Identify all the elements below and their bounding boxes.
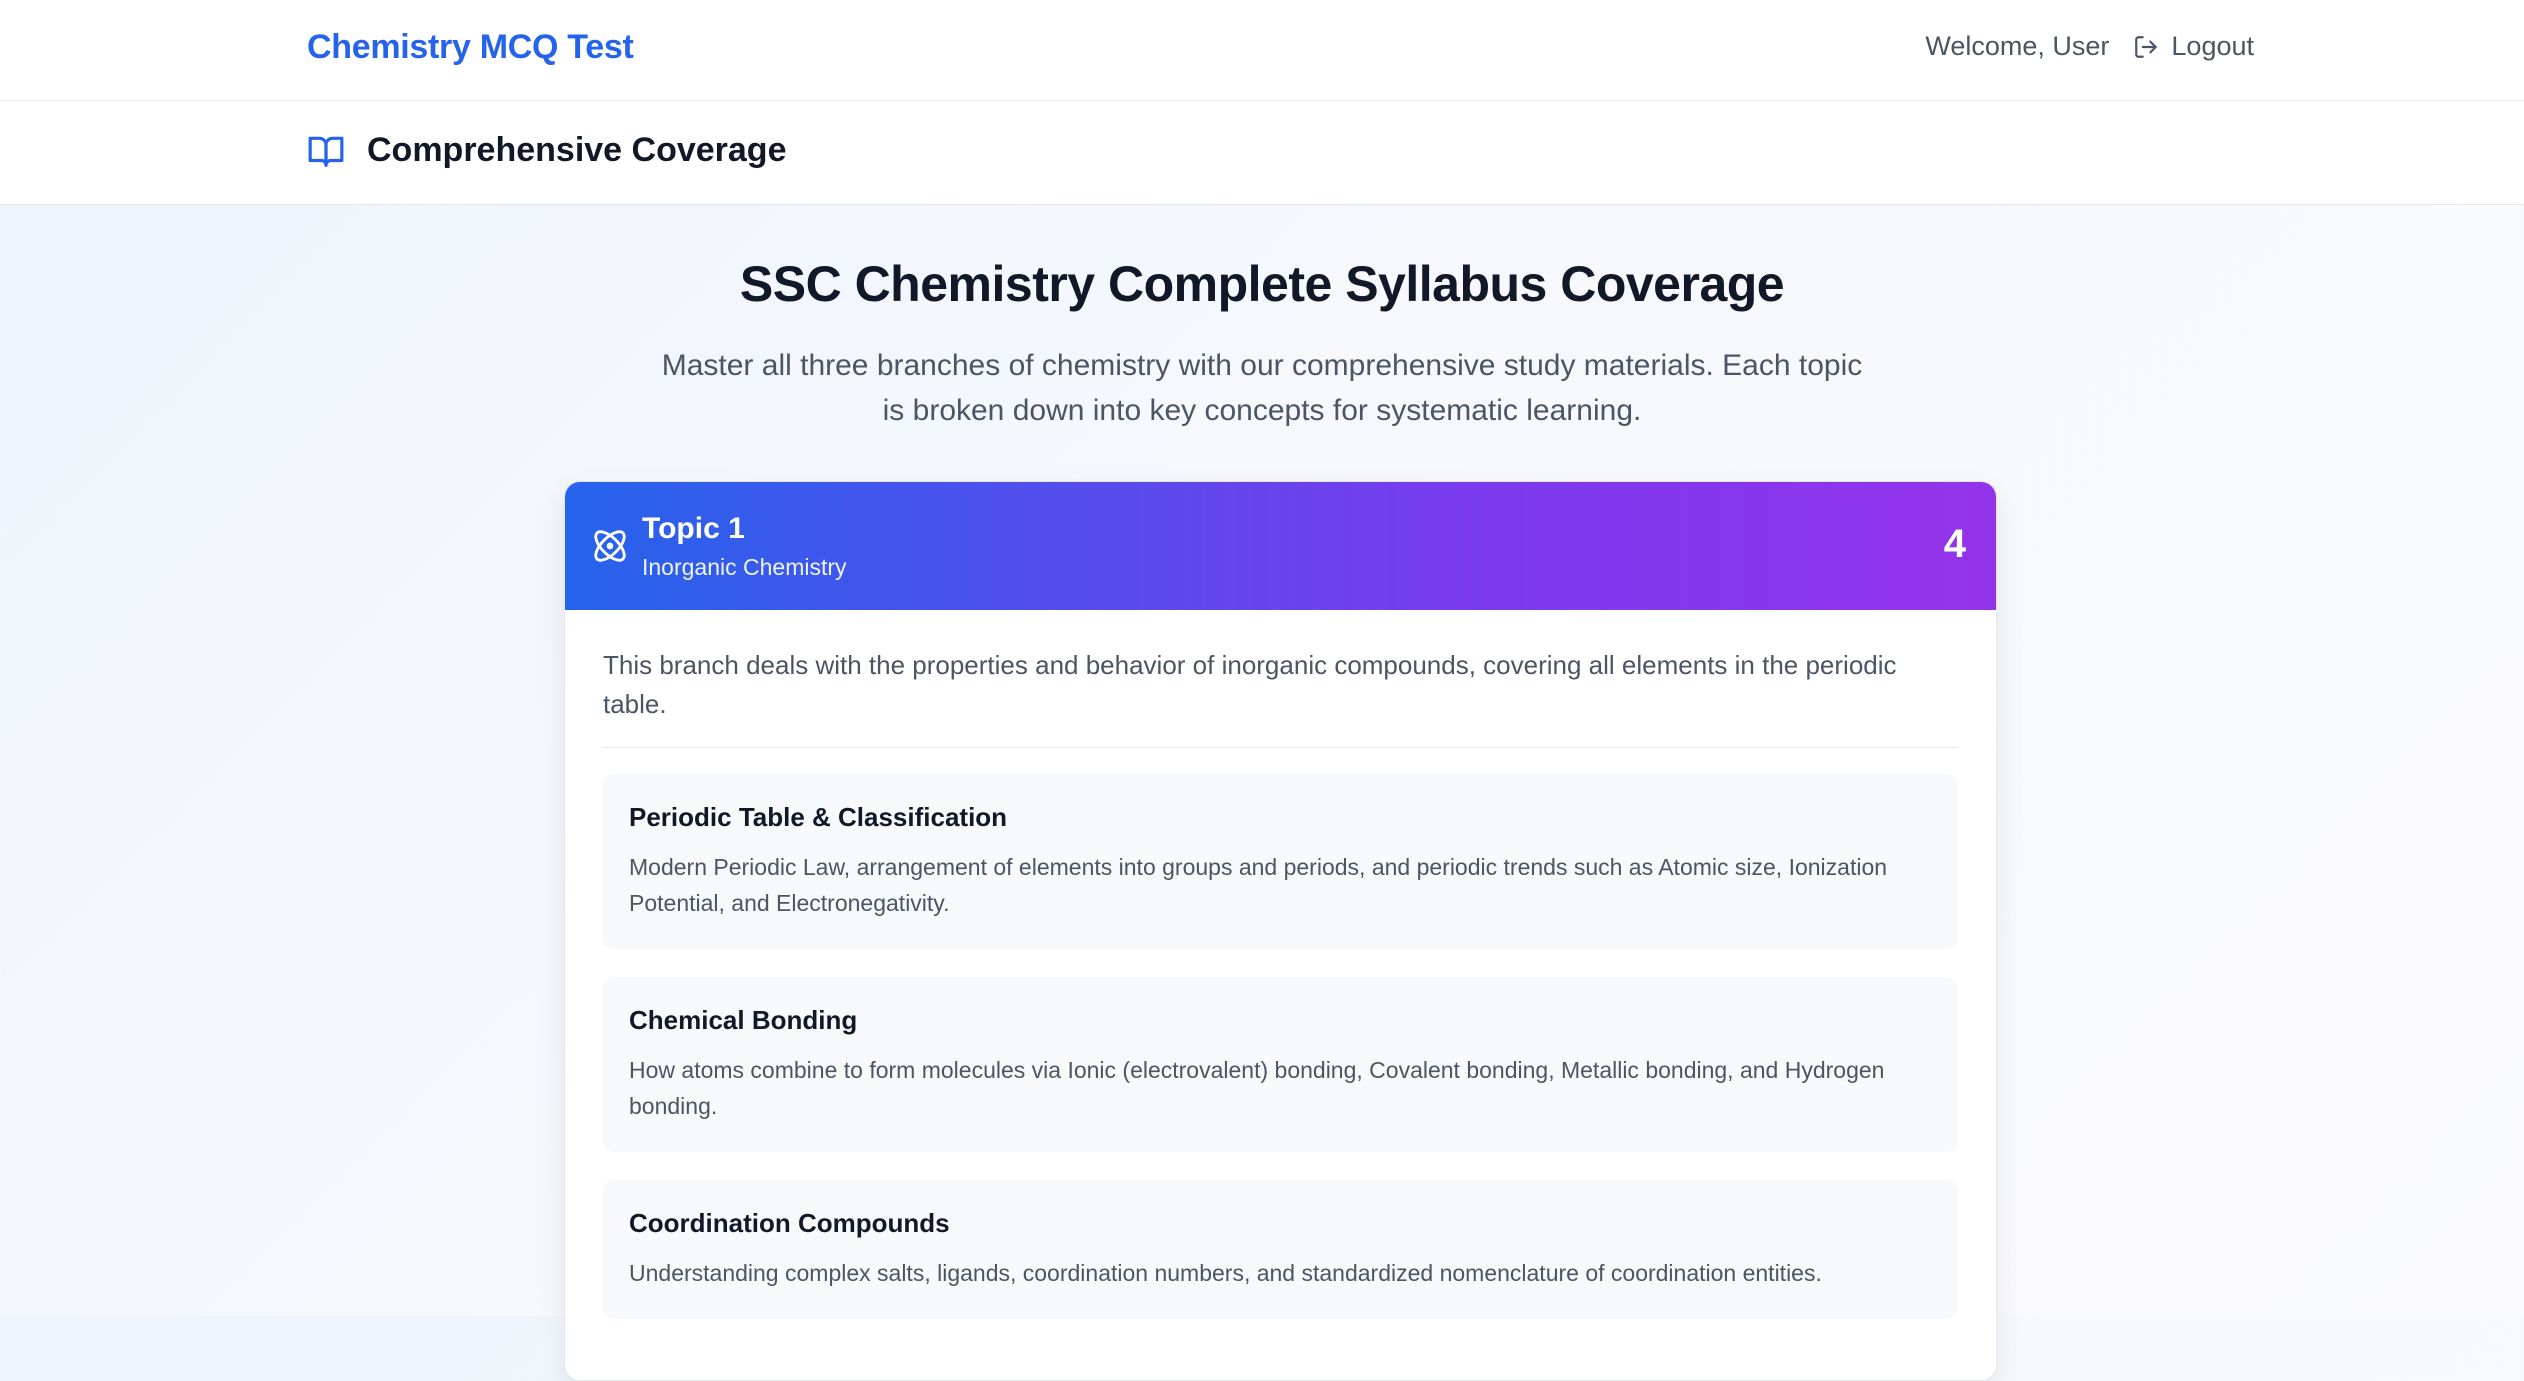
user-menu: Welcome, User Logout [1925, 31, 2254, 62]
topic-header[interactable]: Topic 1 Inorganic Chemistry 4 [565, 482, 1996, 610]
welcome-text: Welcome, User [1925, 31, 2110, 61]
page-title: SSC Chemistry Complete Syllabus Coverage [739, 256, 1785, 312]
concept-list: Periodic Table & Classification Modern P… [603, 774, 1958, 1319]
topic-title: Topic 1 [642, 512, 745, 545]
concept-item: Chemical Bonding How atoms combine to fo… [603, 977, 1958, 1152]
brand-logo[interactable]: Chemistry MCQ Test [307, 28, 634, 67]
section-header: Comprehensive Coverage [0, 101, 2524, 205]
topic-card: Topic 1 Inorganic Chemistry 4 This branc… [564, 481, 1997, 1381]
concept-title: Chemical Bonding [629, 1005, 858, 1035]
book-open-icon [308, 136, 344, 167]
concept-title: Coordination Compounds [629, 1208, 950, 1238]
top-navbar: Chemistry MCQ Test Welcome, User Logout [0, 0, 2524, 101]
hero: SSC Chemistry Complete Syllabus Coverage… [0, 255, 2524, 433]
topic-description: This branch deals with the properties an… [603, 646, 1958, 748]
concept-item: Coordination Compounds Understanding com… [603, 1180, 1958, 1319]
concept-text: Modern Periodic Law, arrangement of elem… [629, 854, 1888, 916]
logout-icon [2135, 35, 2158, 58]
page-description: Master all three branches of chemistry w… [661, 349, 1863, 427]
concept-count-badge: 4 [1943, 522, 1966, 566]
concept-item: Periodic Table & Classification Modern P… [603, 774, 1958, 949]
logout-label: Logout [2171, 31, 2254, 61]
section-title: Comprehensive Coverage [367, 131, 787, 169]
main-content: SSC Chemistry Complete Syllabus Coverage… [0, 255, 2524, 1381]
concept-text: How atoms combine to form molecules via … [629, 1057, 1885, 1119]
topic-body: This branch deals with the properties an… [565, 610, 1996, 1319]
atom-icon [594, 530, 626, 562]
logout-button[interactable]: Logout [2133, 31, 2254, 62]
concept-title: Periodic Table & Classification [629, 802, 1008, 832]
concept-text: Understanding complex salts, ligands, co… [629, 1260, 1822, 1286]
topic-subtitle: Inorganic Chemistry [642, 554, 847, 580]
